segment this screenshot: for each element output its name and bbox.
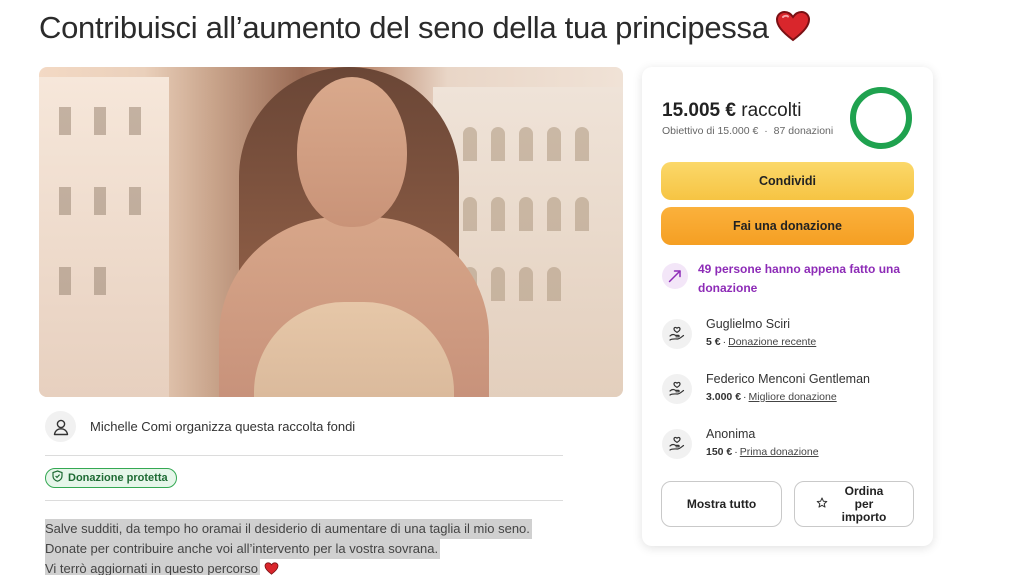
trending-up-icon bbox=[662, 263, 688, 289]
donation-hands-icon bbox=[662, 374, 692, 404]
donor-tag[interactable]: Migliore donazione bbox=[749, 391, 837, 403]
donor-amount: 3.000 € bbox=[706, 391, 742, 403]
heart-icon bbox=[775, 10, 811, 50]
recent-donations-notice: 49 persone hanno appena fatto una donazi… bbox=[662, 260, 918, 298]
donor-amount: 5 € bbox=[706, 336, 721, 348]
trend-text: 49 persone hanno appena fatto una donazi… bbox=[698, 262, 901, 295]
donor-name: Anonima bbox=[706, 427, 756, 441]
photo-arch bbox=[547, 197, 561, 231]
photo-arch bbox=[547, 127, 561, 161]
donation-card: 15.005 € raccolti Obiettivo di 15.000 € … bbox=[642, 67, 933, 546]
story-line: Donate per contribuire anche voi all’int… bbox=[45, 539, 441, 559]
donor-item: Guglielmo Sciri 5 € · Donazione recente bbox=[662, 317, 816, 349]
divider bbox=[45, 455, 563, 456]
campaign-photo bbox=[39, 67, 623, 397]
progress-ring bbox=[850, 87, 912, 149]
user-icon bbox=[45, 411, 76, 442]
donation-hands-icon bbox=[662, 429, 692, 459]
amount-raised-suffix: raccolti bbox=[741, 100, 802, 121]
donor-name: Federico Menconi Gentleman bbox=[706, 372, 870, 386]
photo-face bbox=[297, 77, 407, 227]
donor-item: Anonima 150 € · Prima donazione bbox=[662, 427, 819, 459]
organizer-text: Michelle Comi organizza questa raccolta … bbox=[90, 419, 356, 434]
protected-donation-badge[interactable]: Donazione protetta bbox=[45, 468, 177, 488]
sort-by-amount-button[interactable]: Ordina per importo bbox=[794, 481, 914, 527]
goal-text: Obiettivo di 15.000 € bbox=[662, 125, 759, 137]
photo-window bbox=[59, 267, 71, 295]
donor-name: Guglielmo Sciri bbox=[706, 317, 791, 331]
photo-arch bbox=[575, 127, 589, 161]
campaign-story: Salve sudditi, da tempo ho oramai il des… bbox=[45, 519, 532, 575]
shield-icon bbox=[52, 469, 63, 487]
photo-window bbox=[129, 187, 141, 215]
amount-raised: 15.005 € raccolti bbox=[662, 100, 801, 122]
sort-label: Ordina per importo bbox=[841, 483, 887, 524]
photo-arch bbox=[519, 197, 533, 231]
donations-count: 87 donazioni bbox=[773, 125, 834, 137]
photo-arch bbox=[519, 127, 533, 161]
donate-button[interactable]: Fai una donazione bbox=[661, 207, 914, 245]
progress-arc bbox=[850, 87, 912, 149]
photo-arch bbox=[491, 197, 505, 231]
show-all-button[interactable]: Mostra tutto bbox=[661, 481, 782, 527]
photo-arch bbox=[547, 267, 561, 301]
photo-window bbox=[59, 107, 71, 135]
photo-arch bbox=[491, 127, 505, 161]
page-title: Contribuisci all’aumento del seno della … bbox=[39, 10, 811, 50]
story-line: Vi terrò aggiornati in questo percorso bbox=[45, 559, 260, 575]
donor-meta: 3.000 € · Migliore donazione bbox=[706, 391, 837, 403]
donor-meta: 5 € · Donazione recente bbox=[706, 336, 817, 348]
photo-arch bbox=[519, 267, 533, 301]
photo-window bbox=[129, 107, 141, 135]
photo-window bbox=[94, 107, 106, 135]
donation-hands-icon bbox=[662, 319, 692, 349]
photo-arch bbox=[491, 267, 505, 301]
donor-amount: 150 € bbox=[706, 446, 733, 458]
photo-window bbox=[59, 187, 71, 215]
donor-tag[interactable]: Prima donazione bbox=[740, 446, 819, 458]
divider bbox=[45, 500, 563, 501]
goal-info: Obiettivo di 15.000 € · 87 donazioni bbox=[662, 125, 834, 137]
star-icon bbox=[816, 497, 828, 512]
page-title-text: Contribuisci all’aumento del seno della … bbox=[39, 10, 769, 46]
donor-meta: 150 € · Prima donazione bbox=[706, 446, 819, 458]
story-line: Salve sudditi, da tempo ho oramai il des… bbox=[45, 519, 532, 539]
heart-icon bbox=[264, 561, 279, 575]
photo-arch bbox=[575, 197, 589, 231]
photo-arch bbox=[463, 197, 477, 231]
photo-arch bbox=[463, 127, 477, 161]
photo-window bbox=[94, 187, 106, 215]
donor-item: Federico Menconi Gentleman 3.000 € · Migli… bbox=[662, 372, 870, 404]
share-button[interactable]: Condividi bbox=[661, 162, 914, 200]
badge-label: Donazione protetta bbox=[68, 472, 168, 484]
amount-raised-value: 15.005 € bbox=[662, 100, 736, 121]
donor-tag[interactable]: Donazione recente bbox=[728, 336, 816, 348]
organizer-row: Michelle Comi organizza questa raccolta … bbox=[45, 411, 355, 442]
photo-window bbox=[94, 267, 106, 295]
